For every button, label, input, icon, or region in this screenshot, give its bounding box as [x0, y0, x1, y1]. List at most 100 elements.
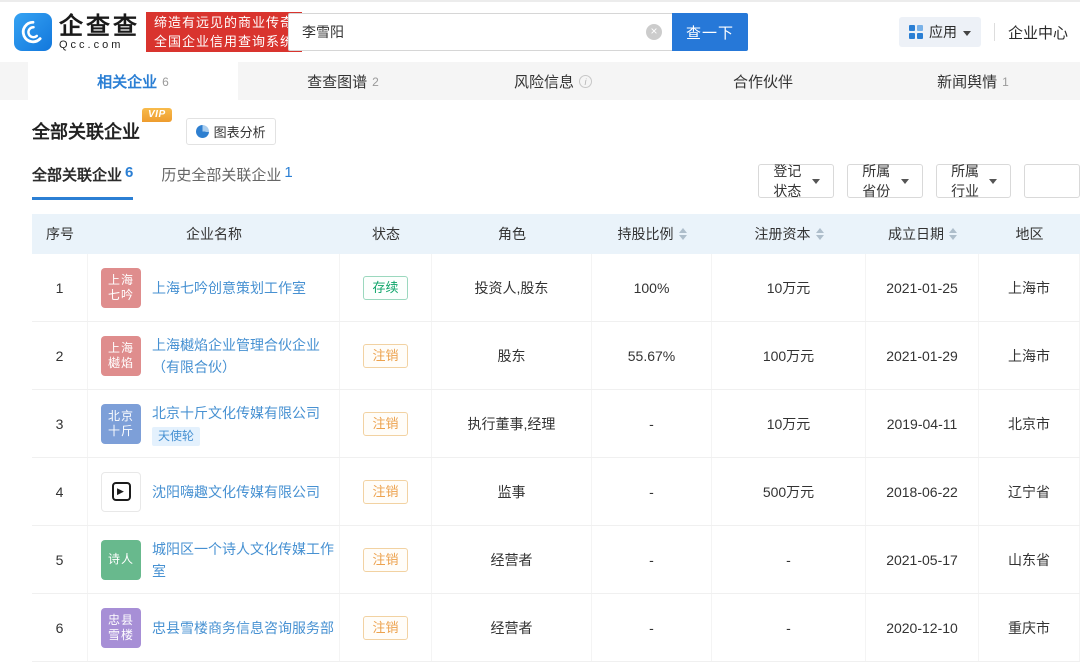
sort-icon: [816, 228, 824, 240]
qcc-logo[interactable]: 企查查 Qcc.com: [14, 13, 140, 51]
subtab-count: 1: [284, 164, 292, 185]
company-name-link[interactable]: 上海樾焰企业管理合伙企业（有限合伙）: [152, 334, 335, 378]
company-name-block: 上海樾焰企业管理合伙企业（有限合伙）: [152, 334, 335, 378]
company-name-link[interactable]: 城阳区一个诗人文化传媒工作室: [152, 538, 335, 582]
brand-domain: Qcc.com: [59, 39, 140, 51]
column-header-date[interactable]: 成立日期: [866, 214, 979, 254]
subtab-count: 6: [125, 164, 133, 185]
date-text: 2019-04-11: [887, 416, 958, 432]
brand-name: 企查查: [59, 14, 140, 39]
brand-text: 企查查 Qcc.com: [59, 14, 140, 51]
region-text: 上海市: [1008, 278, 1050, 298]
capital-text: 10万元: [767, 278, 811, 298]
column-header-ratio[interactable]: 持股比例: [592, 214, 712, 254]
row-index: 5: [56, 552, 64, 568]
tab-risk-info[interactable]: 风险信息i: [448, 62, 658, 100]
filter-partial[interactable]: [1024, 164, 1080, 198]
tab-label: 风险信息: [514, 71, 574, 92]
apps-label: 应用: [929, 22, 957, 42]
logo-text-line: 北京: [108, 409, 134, 424]
row-index: 3: [56, 416, 64, 432]
ratio-text: -: [649, 416, 654, 432]
role-text: 经营者: [491, 550, 533, 570]
tab-chart-graph[interactable]: 查查图谱 2: [238, 62, 448, 100]
date-text: 2018-06-22: [886, 484, 958, 500]
filter-industry[interactable]: 所属行业: [936, 164, 1012, 198]
company-name-block: 沈阳嗨趣文化传媒有限公司: [152, 481, 320, 503]
region-text: 上海市: [1008, 346, 1050, 366]
qcc-logo-glyph: [20, 19, 46, 45]
title-row: 全部关联企业 VIP 图表分析: [32, 117, 1080, 145]
main-content: 全部关联企业 VIP 图表分析 全部关联企业6 历史全部关联企业1 登记状态所属省…: [0, 100, 1080, 662]
company-name-link[interactable]: 忠县雪楼商务信息咨询服务部: [152, 617, 334, 639]
search-bar: × 查一下: [288, 13, 748, 51]
related-companies-table: 序号企业名称状态角色持股比例注册资本成立日期地区 1 上海七吟 上海七吟创意策划…: [32, 214, 1080, 662]
tab-related-companies[interactable]: 相关企业6: [28, 62, 238, 100]
subtab-all-related[interactable]: 全部关联企业6: [32, 164, 133, 200]
capital-text: 500万元: [763, 482, 814, 502]
company-logo: 上海七吟: [101, 268, 141, 308]
tab-news[interactable]: 新闻舆情1: [868, 62, 1078, 100]
table-row[interactable]: 3 北京十斤 北京十斤文化传媒有限公司 天使轮 注销 执行董事,经理 - 10万…: [32, 390, 1080, 458]
tab-partners[interactable]: 合作伙伴: [658, 62, 868, 100]
slogan-banner: 缔造有远见的商业传奇 全国企业信用查询系统: [146, 12, 302, 52]
table-row[interactable]: 5 诗人 城阳区一个诗人文化传媒工作室 注销 经营者 - - 2021-05-1…: [32, 526, 1080, 594]
search-input[interactable]: [288, 13, 672, 51]
capital-text: -: [786, 620, 791, 636]
company-logo: 上海樾焰: [101, 336, 141, 376]
date-text: 2020-12-10: [886, 620, 958, 636]
company-name-link[interactable]: 沈阳嗨趣文化传媒有限公司: [152, 481, 320, 503]
play-icon: ▶: [112, 482, 131, 501]
clear-search-icon[interactable]: ×: [646, 24, 662, 40]
sort-icon: [679, 228, 687, 240]
capital-text: 10万元: [767, 414, 811, 434]
ratio-text: 100%: [634, 280, 670, 296]
table-row[interactable]: 2 上海樾焰 上海樾焰企业管理合伙企业（有限合伙） 注销 股东 55.67% 1…: [32, 322, 1080, 390]
company-logo: 忠县雪楼: [101, 608, 141, 648]
column-label: 注册资本: [755, 224, 811, 244]
column-header-capital[interactable]: 注册资本: [712, 214, 866, 254]
chart-analysis-button[interactable]: 图表分析: [186, 118, 276, 145]
tab-count: 2: [372, 75, 379, 89]
tab-label: 查查图谱: [307, 71, 367, 92]
column-header-role: 角色: [432, 214, 592, 254]
column-header-region: 地区: [979, 214, 1080, 254]
company-name-block: 城阳区一个诗人文化传媒工作室: [152, 538, 335, 582]
subtab-history-related[interactable]: 历史全部关联企业1: [161, 164, 292, 200]
apps-menu-button[interactable]: 应用: [899, 17, 981, 47]
capital-text: 100万元: [763, 346, 814, 366]
subtab-label: 历史全部关联企业: [161, 164, 281, 185]
region-text: 重庆市: [1008, 618, 1050, 638]
enterprise-center-link[interactable]: 企业中心: [1008, 22, 1068, 43]
column-label: 序号: [46, 224, 74, 244]
funding-round-tag: 天使轮: [152, 427, 200, 446]
site-header: 企查查 Qcc.com 缔造有远见的商业传奇 全国企业信用查询系统 × 查一下 …: [0, 2, 1080, 62]
tab-label: 合作伙伴: [733, 71, 793, 92]
filter-province[interactable]: 所属省份: [847, 164, 923, 198]
logo-text-line: 十斤: [108, 424, 134, 439]
company-name-block: 北京十斤文化传媒有限公司 天使轮: [152, 402, 320, 446]
role-text: 执行董事,经理: [468, 414, 556, 434]
filter-label: 所属省份: [861, 161, 892, 201]
company-name-link[interactable]: 北京十斤文化传媒有限公司: [152, 402, 320, 424]
filter-registration-status[interactable]: 登记状态: [758, 164, 834, 198]
region-text: 辽宁省: [1008, 482, 1050, 502]
column-header-name: 企业名称: [88, 214, 340, 254]
row-index: 4: [56, 484, 64, 500]
table-row[interactable]: 1 上海七吟 上海七吟创意策划工作室 存续 投资人,股东 100% 10万元 2…: [32, 254, 1080, 322]
role-text: 监事: [498, 482, 526, 502]
company-name-link[interactable]: 上海七吟创意策划工作室: [152, 277, 306, 299]
chevron-down-icon: [963, 31, 971, 36]
logo-text-line: 七吟: [108, 288, 134, 303]
header-divider: [994, 23, 995, 41]
sort-icon: [949, 228, 957, 240]
table-header: 序号企业名称状态角色持股比例注册资本成立日期地区: [32, 214, 1080, 254]
table-row[interactable]: 4 ▶ 沈阳嗨趣文化传媒有限公司 注销 监事 - 500万元 2018-06-2…: [32, 458, 1080, 526]
column-label: 地区: [1016, 224, 1044, 244]
company-logo: ▶: [101, 472, 141, 512]
logo-text-line: 上海: [108, 273, 134, 288]
table-row[interactable]: 6 忠县雪楼 忠县雪楼商务信息咨询服务部 注销 经营者 - - 2020-12-…: [32, 594, 1080, 662]
header-right: 应用 企业中心: [899, 2, 1068, 62]
search-button[interactable]: 查一下: [672, 13, 748, 51]
logo-text-line: 忠县: [108, 613, 134, 628]
